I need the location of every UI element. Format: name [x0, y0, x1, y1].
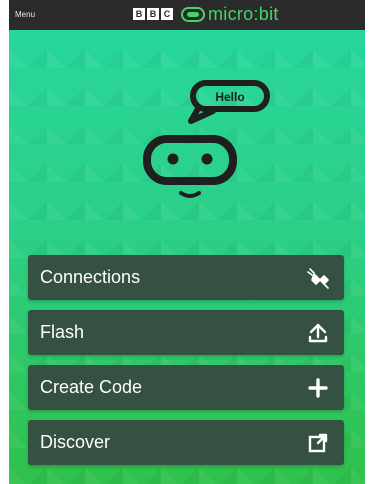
discover-button[interactable]: Discover	[28, 420, 344, 465]
external-link-icon	[304, 429, 332, 457]
speech-text: Hello	[215, 90, 244, 104]
flash-label: Flash	[40, 322, 85, 342]
plus-icon	[304, 374, 332, 402]
app-screen: Menu B B C micro:bit Hello Connections F…	[0, 0, 373, 484]
main-menu: Connections Flash Create Code Discover	[28, 255, 344, 475]
upload-icon	[304, 319, 332, 347]
bbc-letter-b2: B	[147, 8, 159, 20]
discover-label: Discover	[40, 432, 111, 452]
bbc-letter-b1: B	[133, 8, 145, 20]
speech-bubble: Hello	[188, 80, 270, 124]
connections-button[interactable]: Connections	[28, 255, 344, 300]
menu-button[interactable]: Menu	[15, 10, 35, 19]
connections-label: Connections	[40, 267, 141, 287]
flash-button[interactable]: Flash	[28, 310, 344, 355]
brand-logo: B B C micro:bit	[133, 3, 279, 25]
bbc-logo: B B C	[133, 8, 173, 20]
robot-face	[143, 135, 237, 198]
robot-face-icon: Hello	[143, 80, 270, 198]
microbit-wordmark: micro:bit	[208, 3, 279, 24]
create-code-button[interactable]: Create Code	[28, 365, 344, 410]
plug-icon	[304, 264, 332, 292]
top-bar: Menu B B C micro:bit	[9, 0, 365, 30]
microbit-logo: micro:bit	[181, 4, 279, 25]
create-code-label: Create Code	[40, 377, 143, 397]
bbc-letter-c: C	[161, 8, 173, 20]
microbit-chip-icon	[181, 6, 205, 22]
